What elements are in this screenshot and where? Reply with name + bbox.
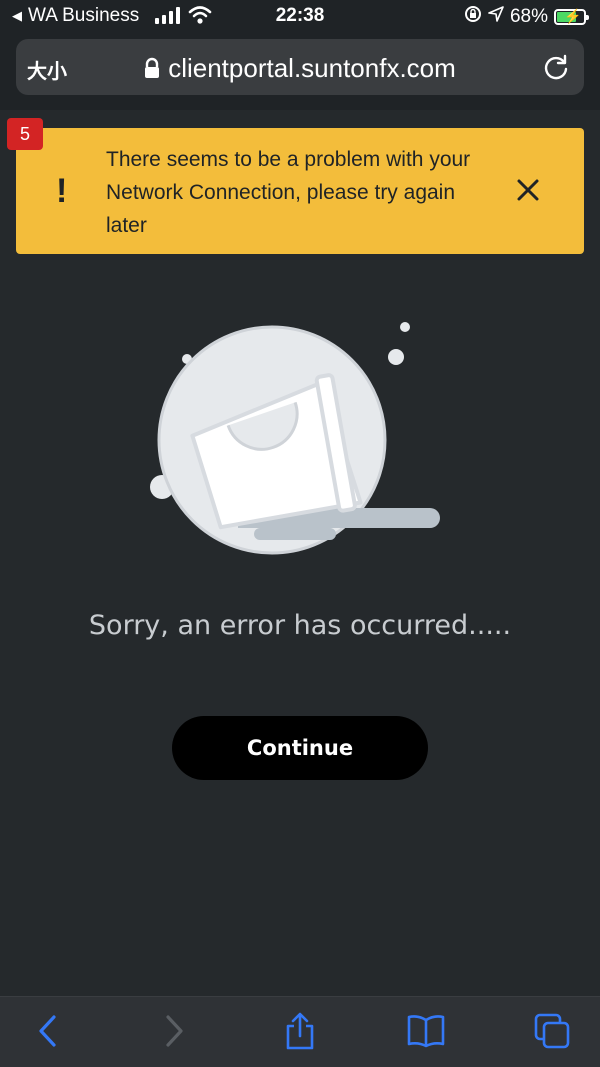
reload-button[interactable] — [542, 53, 570, 86]
tabs-icon — [533, 1012, 571, 1055]
bookmarks-button[interactable] — [404, 1011, 448, 1055]
reload-icon — [542, 54, 570, 85]
forward-button[interactable] — [152, 1011, 196, 1055]
bookmarks-icon — [406, 1014, 446, 1053]
back-icon — [37, 1014, 59, 1053]
notification-count-badge: 5 — [7, 118, 43, 150]
browser-chrome: 大小 clientportal.suntonfx.com — [0, 34, 600, 110]
error-message: Sorry, an error has occurred..... — [88, 610, 512, 641]
back-button[interactable] — [26, 1011, 70, 1055]
orientation-lock-icon — [464, 5, 482, 29]
network-error-toast: ! There seems to be a problem with your … — [16, 128, 584, 254]
location-icon — [488, 6, 504, 28]
browser-toolbar — [0, 996, 600, 1067]
url-text: clientportal.suntonfx.com — [168, 53, 456, 83]
share-button[interactable] — [278, 1011, 322, 1055]
lock-icon — [144, 55, 160, 86]
tabs-button[interactable] — [530, 1011, 574, 1055]
close-toast-button[interactable] — [516, 178, 540, 207]
battery-icon: ⚡ — [554, 8, 589, 25]
close-icon — [516, 179, 540, 206]
share-icon — [284, 1012, 316, 1055]
spilled-cup-illustration — [140, 310, 460, 570]
address-bar[interactable]: 大小 clientportal.suntonfx.com — [16, 39, 584, 95]
toast-message: There seems to be a problem with your Ne… — [106, 148, 471, 237]
battery-percent: 68% — [509, 6, 548, 27]
warning-exclamation-icon: ! — [56, 172, 68, 210]
forward-icon — [163, 1014, 185, 1053]
charging-bolt-icon: ⚡ — [564, 8, 582, 24]
continue-button[interactable]: Continue — [172, 716, 428, 780]
status-bar: ◀ WA Business 22:38 68% ⚡ — [0, 0, 600, 34]
